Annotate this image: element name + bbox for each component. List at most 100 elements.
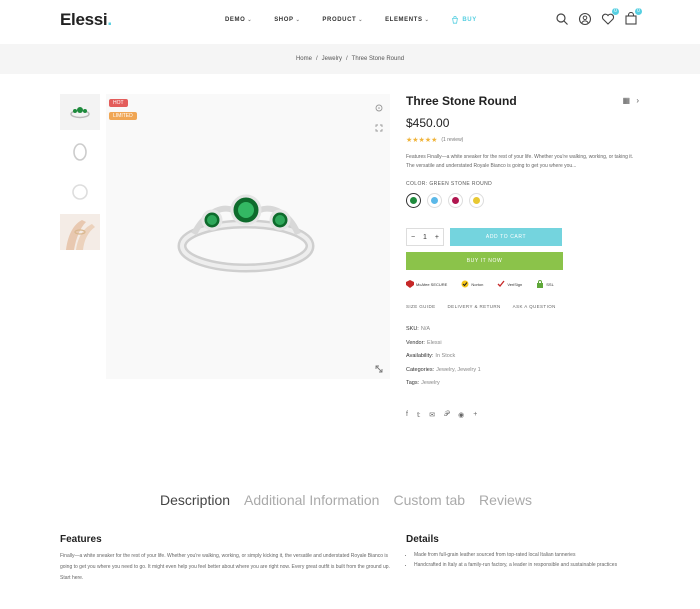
meta-availability: Availability: In Stock	[406, 353, 456, 359]
plus-icon[interactable]: +	[435, 234, 439, 241]
nav-item-demo[interactable]: DEMO ⌄	[225, 16, 252, 24]
breadcrumb-separator: /	[315, 56, 318, 62]
sale-label: LIMITED	[109, 112, 137, 120]
details-section: Details Made from full-grain leather sou…	[406, 534, 641, 570]
share-icons: f 𝕥 ✉ 𝒫 ◉ +	[406, 411, 641, 419]
header-icons: 0 0	[555, 8, 642, 26]
thumbnail-list	[60, 94, 100, 254]
site-logo[interactable]: Elessi.	[60, 10, 112, 30]
star-rating-icon: ★★★★★	[406, 137, 438, 144]
grid-icon[interactable]: ▦	[623, 96, 631, 105]
pinterest-icon[interactable]: 𝒫	[444, 411, 449, 419]
check-icon	[497, 280, 505, 287]
ssl-badge: SSL	[536, 280, 554, 288]
search-icon[interactable]	[555, 12, 569, 26]
trust-badges: McAfee SECURE Norton VeriSign SSL	[406, 280, 641, 288]
color-label: COLOR: GREEN STONE ROUND	[406, 181, 493, 187]
thumbnail-4[interactable]	[60, 214, 100, 250]
shield-icon	[406, 280, 414, 288]
site-header: Elessi. DEMO ⌄ SHOP ⌄ PRODUCT ⌄ ELEMENTS ⌄ B…	[0, 0, 700, 44]
breadcrumb-current: Three Stone Round	[351, 56, 405, 62]
expand-icon[interactable]	[374, 120, 384, 132]
ring-image	[177, 194, 315, 273]
breadcrumb: Home / Jewelry / Three Stone Round	[0, 44, 700, 74]
product-price: $450.00	[406, 116, 450, 130]
chevron-right-icon[interactable]: ›	[636, 96, 639, 105]
details-list: Made from full-grain leather sourced fro…	[406, 551, 641, 570]
cart-count-badge: 0	[635, 8, 642, 15]
wishlist-count-badge: 0	[612, 8, 619, 15]
meta-categories: Categories: Jewelry, Jewelry 1	[406, 366, 481, 373]
breadcrumb-separator: /	[345, 56, 348, 62]
nav-item-elements[interactable]: ELEMENTS ⌄	[385, 16, 429, 24]
zoom-icon[interactable]	[374, 100, 384, 112]
meta-vendor: Vendor: Elessi	[406, 339, 442, 346]
ring-thumbnail-icon	[72, 184, 88, 200]
more-share-icon[interactable]: +	[473, 411, 477, 419]
bag-icon	[452, 16, 459, 24]
chevron-down-icon: ⌄	[247, 17, 253, 23]
nav-item-buy[interactable]: BUY	[451, 16, 476, 24]
quantity-value[interactable]: 1	[423, 234, 427, 241]
size-guide-link[interactable]: SIZE GUIDE	[406, 304, 436, 309]
swatch-ruby[interactable]	[448, 193, 463, 208]
mcafee-badge: McAfee SECURE	[406, 280, 447, 288]
buy-now-button[interactable]: BUY IT NOW	[406, 252, 563, 270]
main-nav: DEMO ⌄ SHOP ⌄ PRODUCT ⌄ ELEMENTS ⌄ BUY	[225, 16, 499, 24]
norton-badge: Norton	[461, 280, 483, 288]
nav-item-shop[interactable]: SHOP ⌄	[274, 16, 300, 24]
color-swatches	[406, 193, 641, 208]
details-item: Made from full-grain leather sourced fro…	[414, 551, 641, 561]
nav-item-product[interactable]: PRODUCT ⌄	[322, 16, 363, 24]
rating[interactable]: ★★★★★ (1 review)	[406, 136, 641, 144]
product-navigation: ▦ ›	[623, 96, 639, 105]
tab-description[interactable]: Description	[160, 492, 230, 508]
swatch-yellow[interactable]	[469, 193, 484, 208]
hand-thumbnail-icon	[60, 214, 100, 250]
email-icon[interactable]: ✉	[429, 411, 435, 419]
fullscreen-icon[interactable]	[374, 361, 384, 373]
features-section: Features Finally—a white sneaker for the…	[60, 534, 390, 584]
chevron-down-icon: ⌄	[424, 17, 430, 23]
short-description: Features Finally—a white sneaker for the…	[406, 154, 634, 169]
features-heading: Features	[60, 534, 102, 545]
extra-links: SIZE GUIDE DELIVERY & RETURN ASK A QUEST…	[406, 304, 641, 309]
breadcrumb-category[interactable]: Jewelry	[322, 56, 342, 62]
tab-additional-information[interactable]: Additional Information	[244, 492, 379, 508]
details-heading: Details	[406, 534, 439, 545]
tab-custom[interactable]: Custom tab	[393, 492, 465, 508]
minus-icon[interactable]: −	[411, 234, 415, 241]
wishlist-icon[interactable]: 0	[601, 8, 619, 26]
add-to-cart-row: − 1 + ADD TO CART	[406, 228, 641, 246]
meta-tags: Tags: Jewelry	[406, 380, 440, 386]
delivery-return-link[interactable]: DELIVERY & RETURN	[448, 304, 501, 309]
features-text: Finally—a white sneaker for the rest of …	[60, 553, 390, 581]
breadcrumb-home[interactable]: Home	[296, 56, 312, 62]
ring-thumbnail-icon	[70, 107, 90, 119]
swatch-green[interactable]	[406, 193, 421, 208]
swatch-blue[interactable]	[427, 193, 442, 208]
main-product-image[interactable]: HOT LIMITED	[106, 94, 390, 379]
tab-reviews[interactable]: Reviews	[479, 492, 532, 508]
thumbnail-2[interactable]	[60, 134, 100, 170]
cart-icon[interactable]: 0	[624, 8, 642, 26]
thumbnail-3[interactable]	[60, 174, 100, 210]
twitter-icon[interactable]: 𝕥	[417, 411, 420, 419]
verisign-badge: VeriSign	[497, 280, 522, 288]
lock-icon	[537, 280, 544, 288]
check-icon	[461, 280, 469, 288]
quantity-stepper[interactable]: − 1 +	[406, 228, 444, 246]
product-title: Three Stone Round	[406, 94, 517, 108]
add-to-cart-button[interactable]: ADD TO CART	[450, 228, 562, 246]
thumbnail-1[interactable]	[60, 94, 100, 130]
details-item: Handcrafted in Italy at a family-run fac…	[414, 561, 641, 571]
meta-sku: SKU: N/A	[406, 326, 431, 332]
ask-question-link[interactable]: ASK A QUESTION	[513, 304, 556, 309]
product-meta: SKU: N/A Vendor: Elessi Availability: In St…	[406, 323, 641, 391]
review-count[interactable]: (1 review)	[441, 137, 463, 143]
whatsapp-icon[interactable]: ◉	[458, 411, 464, 419]
product-tabs: Description Additional Information Custo…	[160, 492, 532, 508]
account-icon[interactable]	[578, 12, 592, 26]
hot-label: HOT	[109, 99, 128, 107]
facebook-icon[interactable]: f	[406, 411, 408, 419]
